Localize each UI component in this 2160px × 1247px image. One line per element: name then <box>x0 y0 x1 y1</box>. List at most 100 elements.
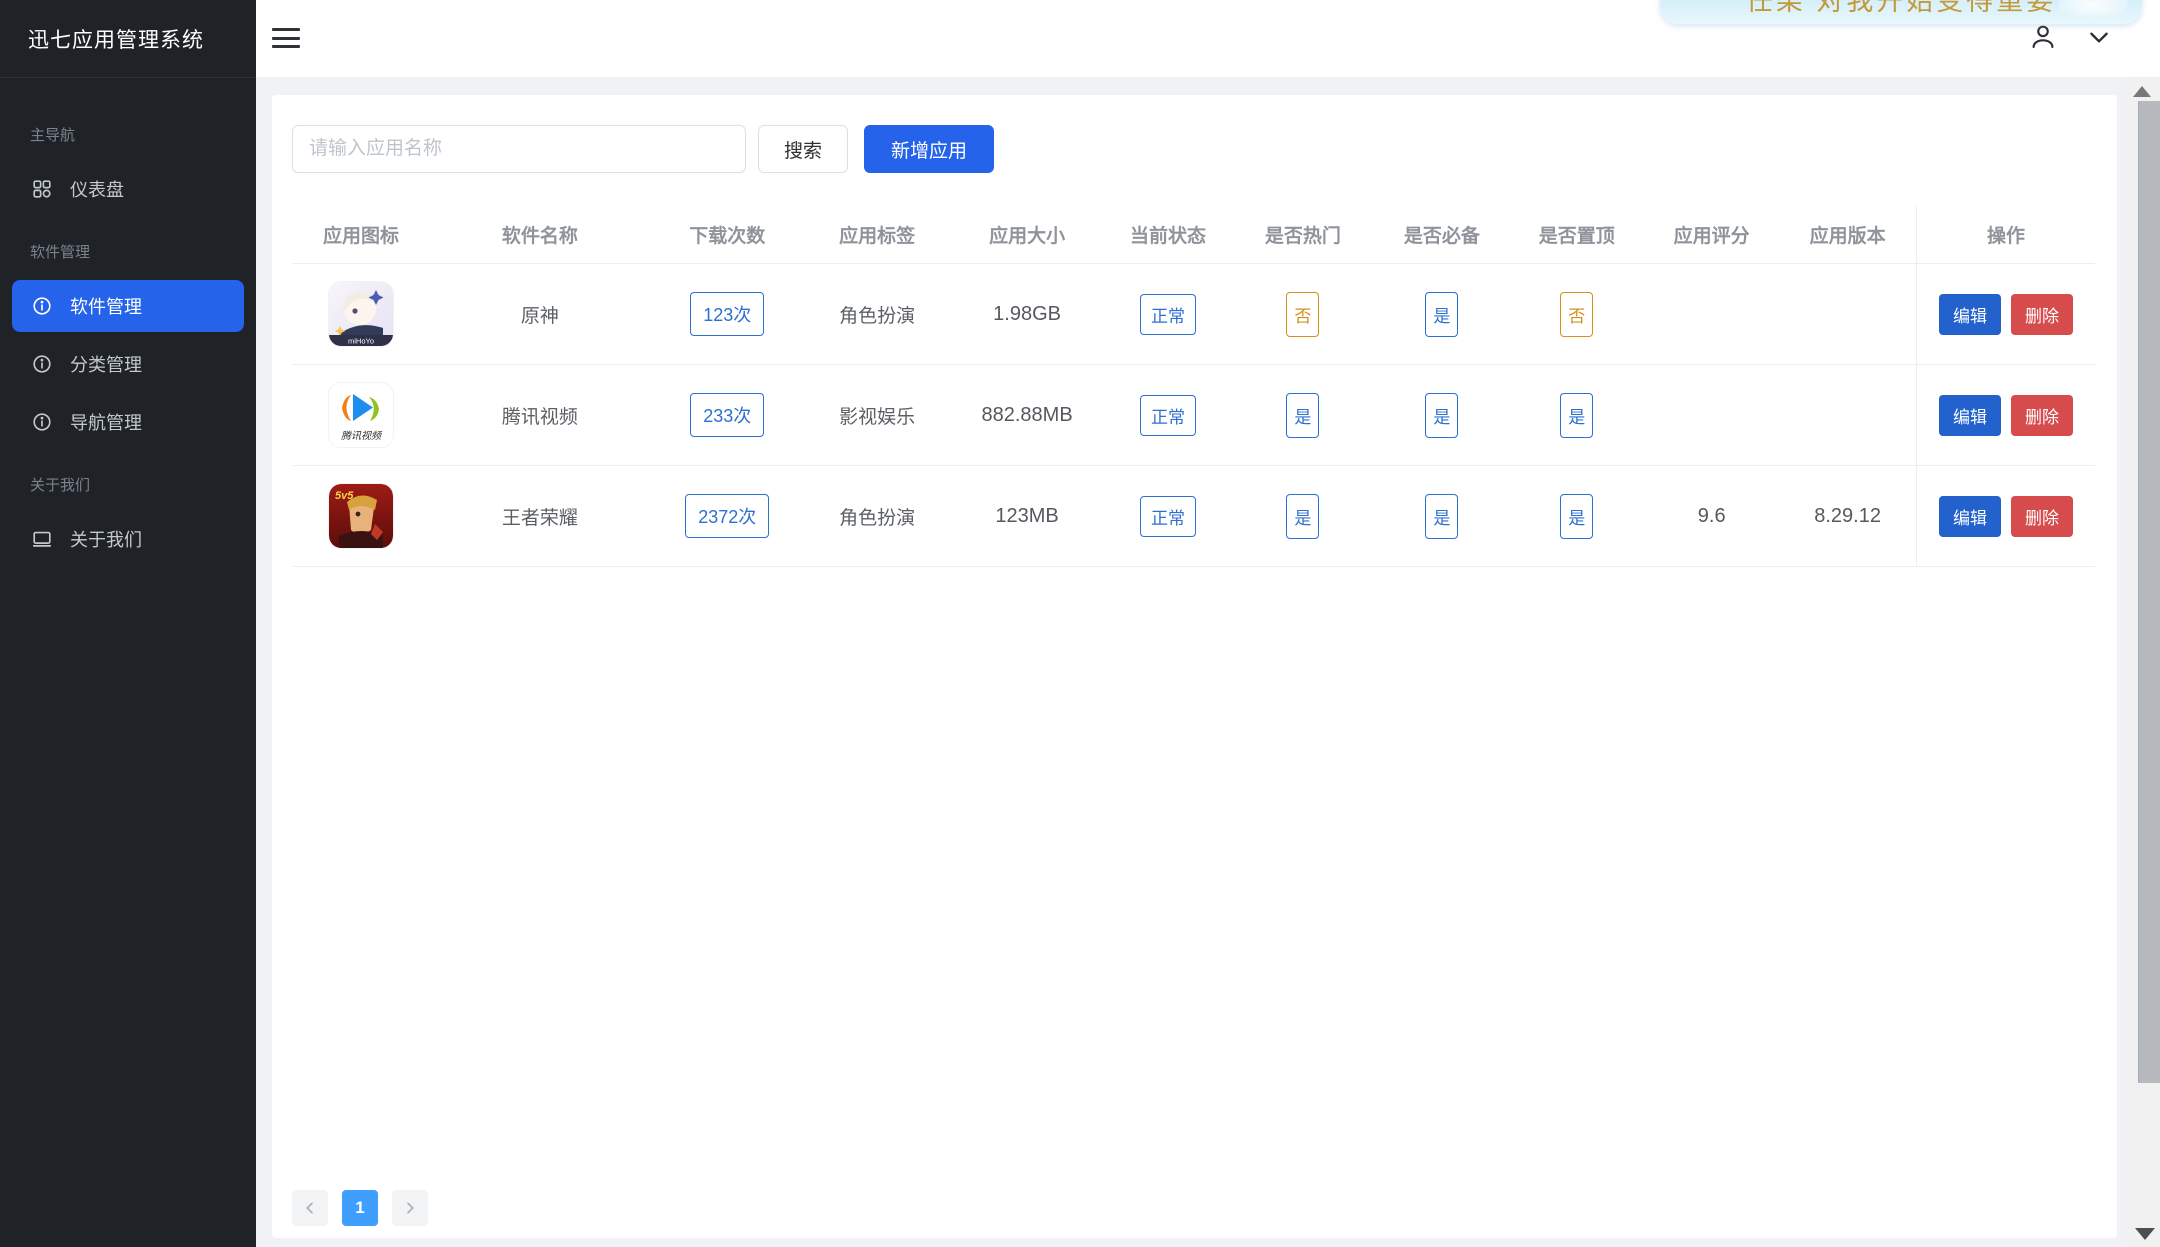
sidebar-item-label: 导航管理 <box>70 409 142 435</box>
table-row: 5v5 王者荣耀 2372次 角色扮演 123MB 正常 是 是 是 9.6 8… <box>292 466 2095 567</box>
nav-section-label: 软件管理 <box>0 221 256 274</box>
status-badge: 正常 <box>1140 496 1196 537</box>
chevron-down-icon[interactable] <box>2086 24 2112 50</box>
sidebar-item-分类管理[interactable]: 分类管理 <box>12 338 244 390</box>
app-rating <box>1644 264 1779 364</box>
essential-badge: 是 <box>1425 292 1458 337</box>
sidebar-nav: 主导航 仪表盘 软件管理 软件管理 分类管理 导航管理 关于我们 关于我们 <box>0 78 256 565</box>
essential-badge: 是 <box>1425 494 1458 539</box>
nav-section-label: 关于我们 <box>0 454 256 507</box>
pagination: 1 <box>292 1190 428 1226</box>
hamburger-menu-icon[interactable] <box>272 26 300 50</box>
sidebar-item-label: 软件管理 <box>70 293 142 319</box>
nav-section: 主导航 仪表盘 <box>0 104 256 215</box>
app-rating <box>1644 365 1779 465</box>
app-size: 1.98GB <box>950 264 1105 364</box>
scroll-up-arrow-icon[interactable] <box>2133 86 2151 97</box>
prev-page-button[interactable] <box>292 1190 328 1226</box>
app-name: 原神 <box>430 264 650 364</box>
status-badge: 正常 <box>1140 294 1196 335</box>
monitor-icon <box>30 527 54 551</box>
status-badge: 正常 <box>1140 395 1196 436</box>
sidebar-item-label: 分类管理 <box>70 351 142 377</box>
topbar-right <box>2028 22 2112 52</box>
column-header: 软件名称 <box>430 205 650 263</box>
svg-text:腾讯视频: 腾讯视频 <box>341 430 383 442</box>
app-tag: 影视娱乐 <box>805 365 950 465</box>
column-header: 下载次数 <box>650 205 805 263</box>
app-size: 882.88MB <box>950 365 1105 465</box>
column-header: 当前状态 <box>1105 205 1232 263</box>
user-icon[interactable] <box>2028 22 2058 52</box>
app-version <box>1779 264 1916 364</box>
pinned-badge: 是 <box>1560 494 1593 539</box>
column-header: 应用标签 <box>805 205 950 263</box>
delete-button[interactable]: 删除 <box>2011 496 2073 537</box>
genshin-app-icon: miHoYo <box>329 282 393 346</box>
table-row: miHoYo 原神 123次 角色扮演 1.98GB 正常 否 是 否 编辑 删… <box>292 264 2095 365</box>
app-rating: 9.6 <box>1644 466 1779 566</box>
table-header-row: 应用图标软件名称下载次数应用标签应用大小当前状态是否热门是否必备是否置顶应用评分… <box>292 205 2095 264</box>
download-count-badge: 233次 <box>690 393 764 437</box>
column-header: 应用大小 <box>950 205 1105 263</box>
delete-button[interactable]: 删除 <box>2011 395 2073 436</box>
app-tag: 角色扮演 <box>805 264 950 364</box>
toolbar: 搜索 新增应用 <box>292 125 994 173</box>
svg-text:5v5: 5v5 <box>335 490 354 502</box>
notification-banner: 任柒 对我开始变得重要 <box>1660 0 2142 24</box>
grid-icon <box>30 177 54 201</box>
app-version <box>1779 365 1916 465</box>
edit-button[interactable]: 编辑 <box>1939 395 2001 436</box>
info-icon <box>30 294 54 318</box>
column-header: 应用评分 <box>1644 205 1779 263</box>
app-tag: 角色扮演 <box>805 466 950 566</box>
info-icon <box>30 352 54 376</box>
table-body: miHoYo 原神 123次 角色扮演 1.98GB 正常 否 是 否 编辑 删… <box>292 264 2095 567</box>
vertical-scrollbar[interactable] <box>2124 77 2160 1247</box>
delete-button[interactable]: 删除 <box>2011 294 2073 335</box>
app-name: 腾讯视频 <box>430 365 650 465</box>
sidebar-item-软件管理[interactable]: 软件管理 <box>12 280 244 332</box>
content-card: 搜索 新增应用 应用图标软件名称下载次数应用标签应用大小当前状态是否热门是否必备… <box>272 95 2117 1238</box>
app-name: 王者荣耀 <box>430 466 650 566</box>
column-header: 应用图标 <box>292 205 430 263</box>
pinned-badge: 是 <box>1560 393 1593 438</box>
search-input[interactable] <box>292 125 746 173</box>
edit-button[interactable]: 编辑 <box>1939 496 2001 537</box>
table-row: 腾讯视频 腾讯视频 233次 影视娱乐 882.88MB 正常 是 是 是 编辑… <box>292 365 2095 466</box>
nav-section: 关于我们 关于我们 <box>0 454 256 565</box>
sidebar-item-关于我们[interactable]: 关于我们 <box>12 513 244 565</box>
edit-button[interactable]: 编辑 <box>1939 294 2001 335</box>
download-count-badge: 2372次 <box>685 494 769 538</box>
sidebar-item-仪表盘[interactable]: 仪表盘 <box>12 163 244 215</box>
column-header: 操作 <box>1916 205 2095 263</box>
sidebar-item-label: 关于我们 <box>70 526 142 552</box>
sidebar: 迅七应用管理系统 主导航 仪表盘 软件管理 软件管理 分类管理 导航管理 关于我… <box>0 0 256 1247</box>
search-button[interactable]: 搜索 <box>758 125 848 173</box>
scrollbar-thumb[interactable] <box>2138 101 2160 1083</box>
tencent-video-app-icon: 腾讯视频 <box>329 383 393 447</box>
app-title: 迅七应用管理系统 <box>0 0 256 78</box>
nav-section-label: 主导航 <box>0 104 256 157</box>
app-version: 8.29.12 <box>1779 466 1916 566</box>
column-header: 是否热门 <box>1231 205 1374 263</box>
column-header: 是否必备 <box>1374 205 1509 263</box>
next-page-button[interactable] <box>392 1190 428 1226</box>
app-root: 迅七应用管理系统 主导航 仪表盘 软件管理 软件管理 分类管理 导航管理 关于我… <box>0 0 2160 1247</box>
download-count-badge: 123次 <box>690 292 764 336</box>
add-app-button[interactable]: 新增应用 <box>864 125 994 173</box>
nav-section: 软件管理 软件管理 分类管理 导航管理 <box>0 221 256 448</box>
svg-text:miHoYo: miHoYo <box>348 337 374 346</box>
hot-badge: 是 <box>1286 393 1319 438</box>
column-header: 是否置顶 <box>1509 205 1644 263</box>
sidebar-item-导航管理[interactable]: 导航管理 <box>12 396 244 448</box>
sidebar-item-label: 仪表盘 <box>70 176 124 202</box>
hot-badge: 否 <box>1286 292 1319 337</box>
page-number-current[interactable]: 1 <box>342 1190 378 1226</box>
hot-badge: 是 <box>1286 494 1319 539</box>
app-size: 123MB <box>950 466 1105 566</box>
scroll-down-arrow-icon[interactable] <box>2135 1228 2155 1240</box>
column-header: 应用版本 <box>1779 205 1916 263</box>
honor-of-kings-app-icon: 5v5 <box>329 484 393 548</box>
apps-table: 应用图标软件名称下载次数应用标签应用大小当前状态是否热门是否必备是否置顶应用评分… <box>292 205 2095 567</box>
